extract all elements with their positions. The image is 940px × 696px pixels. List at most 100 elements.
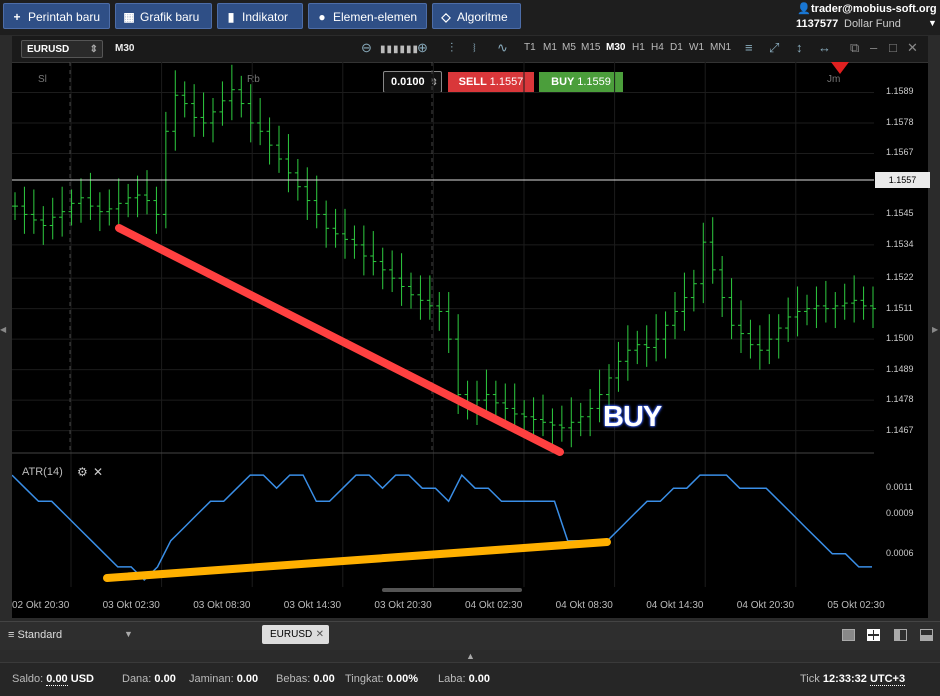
timeframe-m1[interactable]: M1: [543, 42, 557, 53]
gear-icon[interactable]: ⚙: [77, 465, 88, 479]
price-bar: [417, 275, 424, 320]
layout-single-icon[interactable]: [842, 629, 855, 641]
timeframe-m15[interactable]: M15: [581, 42, 600, 53]
profile-selector[interactable]: ≡ Standard: [8, 629, 62, 641]
price-chart[interactable]: [12, 62, 928, 600]
price-tick-label: 1.1545: [886, 208, 914, 219]
draw-line-icon[interactable]: ⤢: [769, 40, 779, 56]
horizontal-scrollbar[interactable]: [382, 588, 522, 592]
price-bar: [530, 397, 537, 439]
time-tick-label: 05 Okt 02:30: [827, 600, 885, 611]
price-bar: [12, 192, 18, 220]
price-tick-label: 1.1522: [886, 272, 914, 283]
left-collapse-icon[interactable]: ◀: [0, 325, 6, 334]
price-tick-label: 1.1478: [886, 394, 914, 405]
laba-label: Laba:: [438, 673, 466, 685]
price-bar: [804, 294, 810, 326]
price-bar: [596, 369, 603, 423]
timeframe-w1[interactable]: W1: [689, 42, 704, 53]
new-order-button[interactable]: + Perintah baru: [3, 3, 110, 29]
atr-tick-label: 0.0006: [886, 547, 914, 558]
laba-value: 0.00: [468, 673, 491, 685]
price-bar: [436, 292, 443, 331]
horizontal-scale-icon[interactable]: ↔: [818, 40, 831, 55]
price-bar: [351, 225, 358, 259]
account-info[interactable]: 👤 trader@mobius-soft.org 1137577 Dollar …: [792, 0, 940, 35]
tingkat-value: 0.00%: [386, 673, 418, 685]
price-bar: [719, 256, 726, 317]
time-tick-label: 03 Okt 02:30: [102, 600, 160, 611]
elements-button[interactable]: ● Elemen-elemen: [308, 3, 427, 29]
new-chart-label: Grafik baru: [140, 10, 200, 24]
timeframe-m5[interactable]: M5: [562, 42, 576, 53]
price-bar: [709, 217, 716, 284]
maximize-icon[interactable]: □: [889, 40, 897, 55]
timeframe-d1[interactable]: D1: [670, 42, 683, 53]
tab-label: EURUSD: [270, 629, 313, 640]
price-tick-label: 1.1467: [886, 424, 914, 435]
price-tick-label: 1.1578: [886, 116, 914, 127]
timezone-selector[interactable]: UTC+3: [869, 673, 906, 686]
price-bar: [49, 197, 56, 240]
timeframe-h4[interactable]: H4: [651, 42, 664, 53]
indicator-list-icon[interactable]: ≡: [745, 40, 753, 55]
tab-bar: [0, 621, 940, 650]
algorithm-button[interactable]: ◇ Algoritme: [432, 3, 521, 29]
timeframe-m30[interactable]: M30: [606, 42, 625, 53]
timeframe-h1[interactable]: H1: [632, 42, 645, 53]
alert-marker-icon[interactable]: [831, 62, 849, 74]
price-bar: [483, 369, 490, 414]
price-bar: [813, 286, 820, 329]
price-bar: [257, 98, 264, 146]
timeframe-t1[interactable]: T1: [524, 42, 536, 53]
vertical-scale-icon[interactable]: ↕: [796, 40, 803, 55]
price-bar: [21, 186, 28, 234]
price-bar: [502, 383, 509, 423]
right-collapse-icon[interactable]: ▶: [932, 325, 938, 334]
popout-icon[interactable]: ⧉: [850, 40, 859, 56]
price-bar: [360, 225, 367, 276]
price-bar: [549, 408, 556, 445]
price-bar: [785, 297, 792, 342]
price-bar: [323, 200, 330, 248]
price-bar: [266, 117, 273, 165]
layout-columns-icon[interactable]: [894, 629, 907, 641]
indicators-button[interactable]: ▮ Indikator: [217, 3, 303, 29]
chevron-down-icon[interactable]: ▼: [124, 629, 133, 639]
saldo-label: Saldo:: [12, 673, 44, 685]
buy-annotation: BUY: [603, 401, 662, 433]
price-bar: [144, 170, 150, 215]
chevron-up-icon[interactable]: ▲: [466, 651, 475, 661]
indicator-name: ATR(14): [22, 466, 63, 478]
atr-line: [12, 473, 872, 582]
price-bar: [558, 405, 565, 442]
time-tick-label: 04 Okt 02:30: [465, 600, 523, 611]
new-chart-button[interactable]: ▦ Grafik baru: [115, 3, 212, 29]
uptrend-line[interactable]: [103, 538, 611, 582]
price-bar: [389, 250, 396, 293]
jaminan-value: 0.00: [236, 673, 259, 685]
price-bar: [653, 314, 660, 362]
close-icon[interactable]: ✕: [907, 40, 918, 56]
price-tick-label: 1.1589: [886, 86, 914, 97]
price-bar: [756, 325, 763, 370]
new-order-label: Perintah baru: [28, 10, 101, 24]
price-bar: [162, 111, 169, 229]
downtrend-line[interactable]: [115, 224, 564, 456]
tab-eurusd[interactable]: EURUSD ✕: [262, 625, 329, 644]
minimize-icon[interactable]: –: [870, 40, 877, 55]
timeframe-mn1[interactable]: MN1: [710, 42, 731, 53]
account-email: trader@mobius-soft.org: [811, 3, 937, 15]
price-bar: [59, 186, 66, 237]
layout-grid-icon[interactable]: [867, 629, 880, 641]
price-bar: [304, 167, 311, 220]
diamond-icon: ◇: [441, 10, 451, 24]
remove-indicator-icon[interactable]: ✕: [93, 465, 103, 479]
price-bar: [68, 189, 75, 226]
saldo-value[interactable]: 0.00: [46, 673, 68, 686]
layout-rows-icon[interactable]: [920, 629, 933, 641]
price-bar: [379, 247, 386, 290]
account-dropdown-icon[interactable]: ▼: [928, 18, 937, 28]
user-icon: 👤: [797, 3, 811, 15]
close-tab-icon[interactable]: ✕: [316, 625, 324, 644]
